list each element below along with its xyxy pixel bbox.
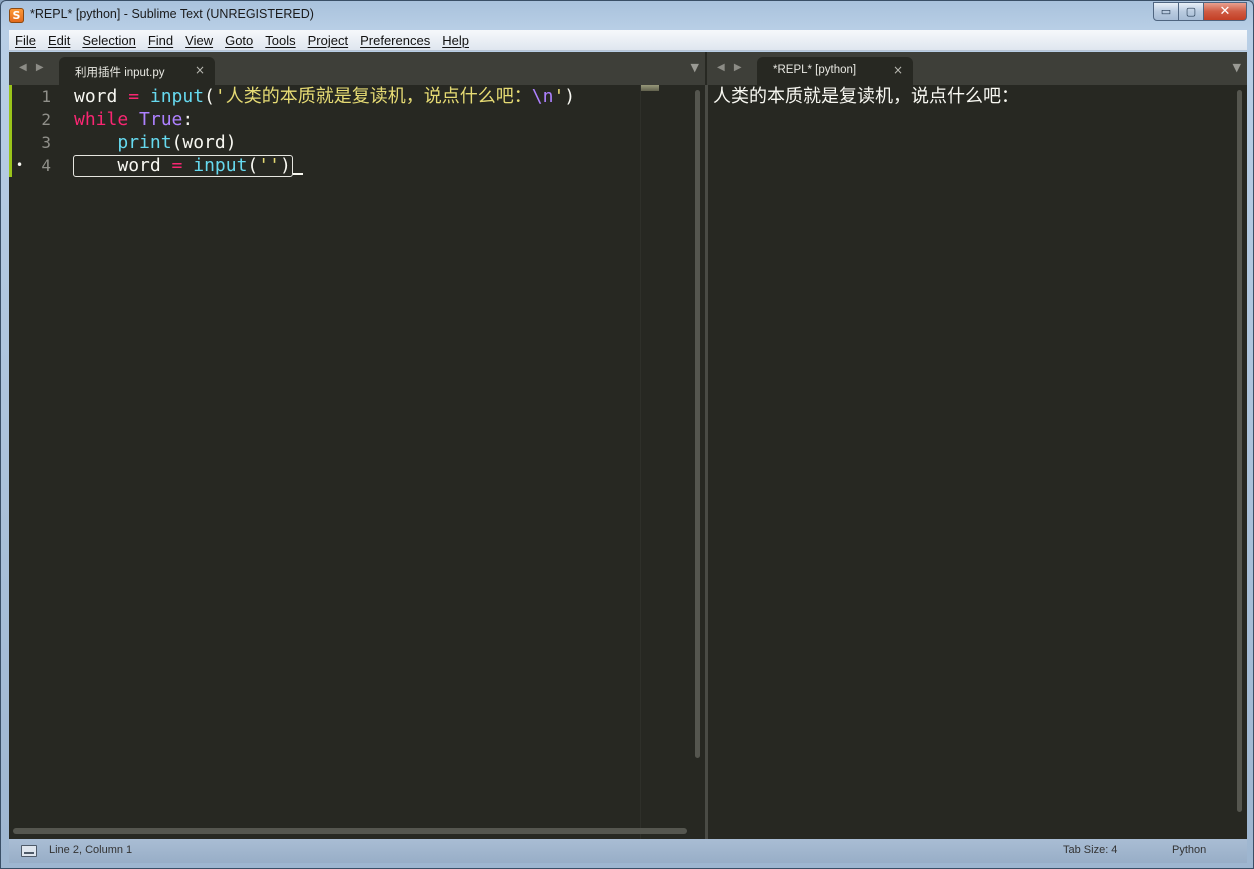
token-constant: True [139,109,183,130]
close-window-button[interactable]: ✕ [1203,2,1247,21]
tab-size-selector[interactable]: Tab Size: 4 [1063,844,1117,856]
cursor-position: Line 2, Column 1 [49,844,133,856]
window-title: *REPL* [python] - Sublime Text (UNREGIST… [30,7,314,21]
menu-selection[interactable]: Selection [76,30,141,51]
menu-help[interactable]: Help [436,30,475,51]
git-gutter-marker [9,85,12,177]
sublime-app-icon: S [9,8,24,23]
tab-dropdown-icon[interactable]: ▼ [1233,61,1241,74]
tab-label: 利用插件 input.py [75,67,165,79]
status-bar: Line 2, Column 1 Tab Size: 4 Python [9,839,1247,863]
menu-goto[interactable]: Goto [219,30,259,51]
left-horizontal-scrollbar[interactable] [13,828,687,834]
title-bar[interactable]: S *REPL* [python] - Sublime Text (UNREGI… [1,1,1253,30]
menu-find[interactable]: Find [142,30,179,51]
tab-nav-arrows-icon[interactable]: ◀ ▶ [717,62,745,73]
tab-nav-arrows-icon[interactable]: ◀ ▶ [19,62,47,73]
code-line-1[interactable]: word = input('人类的本质就是复读机，说点什么吧：\n') [74,85,575,108]
menu-tools[interactable]: Tools [259,30,301,51]
minimap-separator [640,85,641,839]
token-operator: = [160,155,194,176]
menu-edit[interactable]: Edit [42,30,76,51]
menu-preferences[interactable]: Preferences [354,30,436,51]
text-cursor [293,173,303,175]
left-tab-strip: ◀ ▶ 利用插件 input.py × ▼ [9,52,705,85]
repl-output: 人类的本质就是复读机，说点什么吧： [713,86,1019,107]
token-escape: \n [531,86,554,107]
token-string: '' [258,155,280,176]
line-number: 1 [41,87,51,106]
code-line-2[interactable]: while True: [74,108,193,131]
right-vertical-scrollbar[interactable] [1237,90,1242,812]
menu-bar: File Edit Selection Find View Goto Tools… [9,30,1247,51]
menu-file[interactable]: File [9,30,42,51]
tab-input-py[interactable]: 利用插件 input.py × [59,57,215,85]
tab-dropdown-icon[interactable]: ▼ [691,61,699,74]
token-args: (word) [171,132,237,153]
maximize-button[interactable]: ▢ [1178,2,1204,21]
token-var: word [117,155,161,176]
left-vertical-scrollbar[interactable] [695,90,700,758]
token-paren: ( [247,155,259,176]
tab-label: *REPL* [python] [773,64,857,76]
menu-view[interactable]: View [179,30,219,51]
repl-pane[interactable] [708,85,1247,839]
token-function: input [149,86,205,107]
token-operator: = [117,86,150,107]
code-line-4[interactable]: word = input('') [74,154,291,177]
token-function: print [117,132,172,153]
token-paren: ( [204,86,215,107]
token-string: ' [553,86,565,107]
token-colon: : [182,109,194,130]
code-pane[interactable] [9,85,705,839]
token-function: input [193,155,248,176]
tab-close-icon[interactable]: × [195,63,205,77]
syntax-selector[interactable]: Python [1172,844,1206,856]
menu-project[interactable]: Project [302,30,354,51]
token-keyword: while [74,109,129,130]
window-controls: ▭ ▢ ✕ [1153,2,1247,21]
tab-repl-python[interactable]: *REPL* [python] × [757,57,913,85]
tab-close-icon[interactable]: × [893,63,903,77]
code-line-3[interactable]: print(word) [74,131,237,154]
modified-line-icon: • [16,158,24,172]
minimize-button[interactable]: ▭ [1153,2,1179,21]
token-paren: ) [564,86,576,107]
token-var: word [74,86,118,107]
right-tab-strip: ◀ ▶ *REPL* [python] × ▼ [707,52,1247,85]
line-number: 4 [41,156,51,175]
token-paren: ) [279,155,291,176]
token-string: '人类的本质就是复读机，说点什么吧： [214,86,532,107]
line-number: 2 [41,110,51,129]
minimap-viewport[interactable] [641,85,659,91]
sublime-window: S *REPL* [python] - Sublime Text (UNREGI… [0,0,1254,869]
panel-toggle-icon[interactable] [21,845,37,857]
editor-area: ◀ ▶ 利用插件 input.py × ▼ ◀ ▶ *REPL* [python… [9,52,1247,839]
line-number: 3 [41,133,51,152]
